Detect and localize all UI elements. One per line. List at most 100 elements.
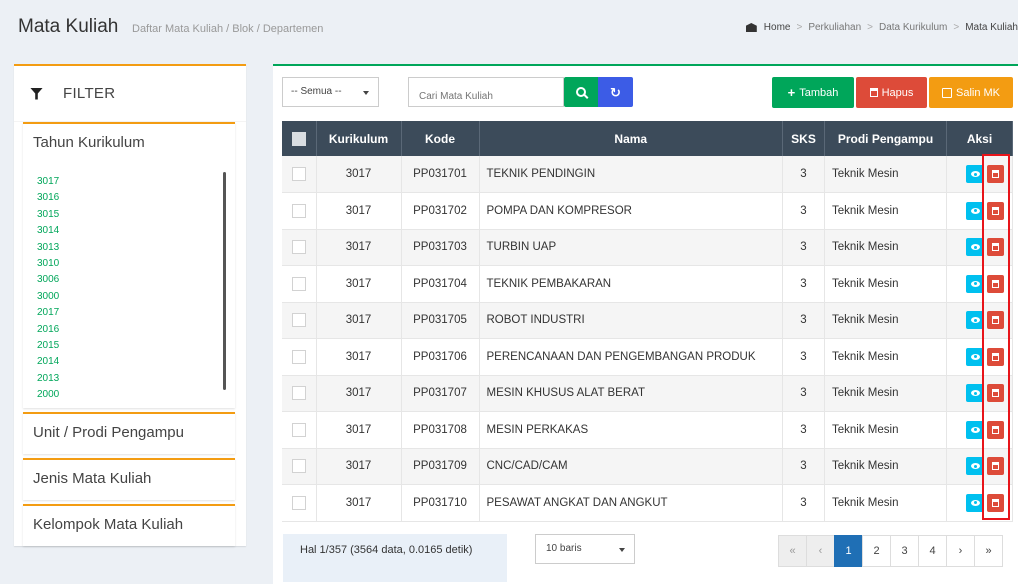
filter-unit-prodi[interactable]: Unit / Prodi Pengampu [23, 412, 235, 454]
filter-jenis-title[interactable]: Jenis Mata Kuliah [23, 460, 235, 487]
row-checkbox[interactable] [291, 203, 306, 218]
year-option[interactable]: 3015 [37, 207, 222, 223]
eye-icon [970, 207, 980, 214]
table-row: 3017 PP031709 CNC/CAD/CAM 3 Teknik Mesin [282, 448, 1013, 485]
column-header-nama[interactable]: Nama [479, 121, 783, 156]
trash-icon [992, 279, 999, 288]
row-delete-button[interactable] [987, 311, 1004, 330]
caret-down-icon [619, 548, 625, 552]
year-list-scrollbar[interactable] [223, 172, 226, 390]
page-3-button[interactable]: 3 [890, 535, 919, 567]
row-delete-button[interactable] [987, 201, 1004, 220]
row-checkbox[interactable] [291, 422, 306, 437]
filter-unit-title[interactable]: Unit / Prodi Pengampu [23, 414, 235, 441]
add-button[interactable]: + Tambah [772, 77, 854, 108]
table-body: 3017 PP031701 TEKNIK PENDINGIN 3 Teknik Mesi… [282, 156, 1013, 522]
rows-per-page-select[interactable]: 10 baris [535, 534, 635, 564]
cell-nama: TEKNIK PEMBAKARAN [479, 265, 783, 303]
table-row: 3017 PP031703 TURBIN UAP 3 Teknik Mesin [282, 229, 1013, 266]
row-checkbox[interactable] [291, 386, 306, 401]
row-checkbox[interactable] [291, 276, 306, 291]
filter-kelompok-title[interactable]: Kelompok Mata Kuliah [23, 506, 235, 533]
view-button[interactable] [966, 165, 984, 183]
view-button[interactable] [966, 347, 984, 366]
row-checkbox[interactable] [291, 349, 306, 364]
view-button[interactable] [966, 238, 984, 257]
cell-kurikulum: 3017 [316, 265, 402, 303]
select-all-checkbox[interactable] [291, 131, 306, 146]
year-option[interactable]: 3017 [37, 174, 222, 190]
cell-prodi: Teknik Mesin [824, 265, 947, 303]
row-checkbox[interactable] [291, 313, 306, 328]
view-button[interactable] [966, 311, 984, 330]
row-checkbox[interactable] [291, 240, 306, 255]
copy-course-button[interactable]: Salin MK [929, 77, 1013, 108]
column-header-sks[interactable]: SKS [782, 121, 825, 156]
table-header-row: Kurikulum Kode Nama SKS Prodi Pengampu A… [282, 121, 1013, 156]
row-delete-button[interactable] [987, 347, 1004, 366]
trash-icon [992, 389, 999, 398]
year-option[interactable]: 2015 [37, 338, 222, 354]
filter-select[interactable]: -- Semua -- [282, 77, 379, 107]
table-row: 3017 PP031706 PERENCANAAN DAN PENGEMBANGAN… [282, 338, 1013, 376]
view-button[interactable] [966, 420, 984, 439]
view-button[interactable] [966, 384, 984, 403]
year-option[interactable]: 3006 [37, 272, 222, 288]
cell-aksi [946, 411, 1013, 449]
page-2-button[interactable]: 2 [862, 535, 891, 567]
row-delete-button[interactable] [987, 384, 1004, 403]
filter-jenis-mata-kuliah[interactable]: Jenis Mata Kuliah [23, 458, 235, 500]
row-actions [947, 274, 1012, 293]
refresh-button[interactable]: ↻ [598, 77, 633, 107]
pagination: «‹ 1 2 3 4 ›» [778, 535, 1003, 567]
view-button[interactable] [966, 201, 984, 220]
year-option[interactable]: 2017 [37, 305, 222, 321]
year-option[interactable]: 3010 [37, 256, 222, 272]
filter-tahun-title[interactable]: Tahun Kurikulum [23, 124, 235, 151]
row-delete-button[interactable] [987, 457, 1004, 476]
year-option[interactable]: 2013 [37, 371, 222, 387]
page-4-button[interactable]: 4 [918, 535, 947, 567]
prev-page-button[interactable]: ‹ [806, 535, 835, 567]
first-page-button[interactable]: « [778, 535, 807, 567]
year-option[interactable]: 2014 [37, 354, 222, 370]
row-checkbox[interactable] [291, 459, 306, 474]
year-option[interactable]: 3016 [37, 190, 222, 206]
view-button[interactable] [966, 493, 984, 512]
next-page-button[interactable]: › [946, 535, 975, 567]
page-info: Hal 1/357 (3564 data, 0.0165 detik) [283, 534, 507, 582]
breadcrumb-data-kurikulum[interactable]: Data Kurikulum [879, 22, 947, 33]
year-option[interactable]: 2000 [37, 387, 222, 403]
cell-kode: PP031701 [401, 156, 480, 193]
eye-icon [970, 390, 980, 397]
year-option[interactable]: 2016 [37, 322, 222, 338]
year-option[interactable]: 3014 [37, 223, 222, 239]
delete-button[interactable]: Hapus [856, 77, 927, 108]
search-button[interactable] [564, 77, 598, 107]
year-option[interactable]: 3013 [37, 240, 222, 256]
cell-prodi: Teknik Mesin [824, 411, 947, 449]
row-checkbox[interactable] [291, 167, 306, 181]
row-checkbox[interactable] [291, 495, 306, 510]
row-delete-button[interactable] [987, 420, 1004, 439]
row-delete-button[interactable] [987, 274, 1004, 293]
year-option[interactable]: 3000 [37, 289, 222, 305]
row-delete-button[interactable] [987, 165, 1004, 183]
breadcrumb-home[interactable]: Home [764, 22, 791, 33]
last-page-button[interactable]: » [974, 535, 1003, 567]
search-input[interactable] [408, 77, 564, 107]
page-1-button[interactable]: 1 [834, 535, 863, 567]
filter-kelompok-mata-kuliah[interactable]: Kelompok Mata Kuliah [23, 504, 235, 546]
view-button[interactable] [966, 457, 984, 476]
page-title: Mata Kuliah [18, 16, 119, 37]
row-delete-button[interactable] [987, 238, 1004, 257]
column-header-prodi[interactable]: Prodi Pengampu [824, 121, 947, 156]
view-button[interactable] [966, 274, 984, 293]
cell-kode: PP031708 [401, 411, 480, 449]
cell-kode: PP031706 [401, 338, 480, 376]
cell-nama: PESAWAT ANGKAT DAN ANGKUT [479, 484, 783, 522]
row-delete-button[interactable] [987, 493, 1004, 512]
column-header-kode[interactable]: Kode [401, 121, 480, 156]
column-header-kurikulum[interactable]: Kurikulum [316, 121, 402, 156]
breadcrumb-perkuliahan[interactable]: Perkuliahan [808, 22, 861, 33]
